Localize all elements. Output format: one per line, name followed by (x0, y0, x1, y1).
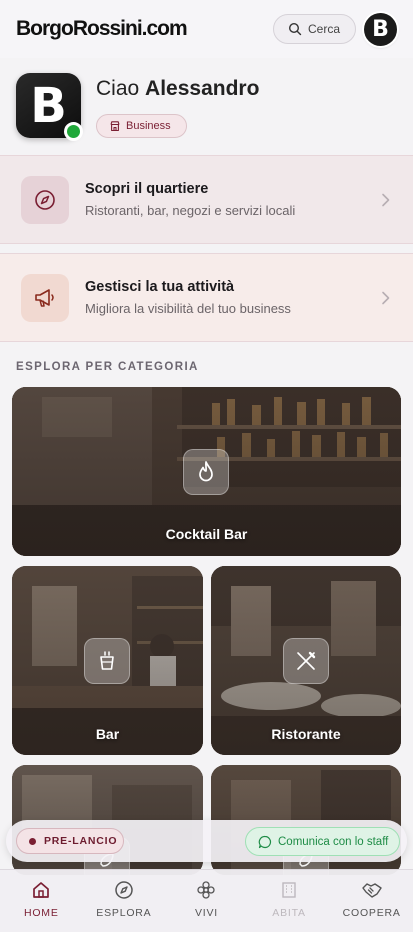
role-badge: Business (96, 114, 187, 138)
utensils-icon (283, 638, 329, 684)
profile-avatar-letter: B (30, 77, 67, 134)
nav-item-abita[interactable]: ABITA (248, 870, 331, 932)
nav-label: ESPLORA (96, 907, 152, 919)
search-button[interactable]: Cerca (273, 14, 356, 44)
online-status-dot (64, 122, 83, 141)
avatar-letter: B (372, 16, 389, 42)
nav-item-coopera[interactable]: COOPERA (330, 870, 413, 932)
cup-icon (84, 638, 130, 684)
card-subtitle: Migliora la visibilità del tuo business (85, 301, 291, 316)
card-icon-wrap (21, 273, 69, 322)
floating-action-strip: PRE-LANCIO Comunica con lo staff (6, 820, 407, 862)
megaphone-icon (35, 288, 54, 307)
card-title: Scopri il quartiere (85, 181, 209, 197)
nav-item-home[interactable]: HOME (0, 870, 83, 932)
profile-section: B Ciao Alessandro Business (0, 58, 413, 154)
compass-icon (115, 881, 133, 899)
card-text: Scopri il quartiere Ristoranti, bar, neg… (85, 181, 371, 218)
category-label: Bar (95, 726, 120, 742)
status-dot (29, 837, 36, 845)
card-subtitle: Ristoranti, bar, negozi e servizi locali (85, 203, 296, 218)
category-tile-cocktail-bar[interactable]: Cocktail Bar (12, 387, 401, 556)
category-tile-ristorante[interactable]: Ristorante (211, 566, 401, 755)
compass-icon (35, 189, 55, 210)
bottom-navigation: HOME ESPLORA VIVI ABITA COOPERA (0, 869, 413, 932)
category-label: Cocktail Bar (165, 526, 248, 542)
nav-label: COOPERA (342, 907, 401, 919)
search-icon (288, 22, 302, 36)
role-label: Business (126, 120, 171, 132)
card-title: Gestisci la tua attività (85, 279, 235, 295)
explore-neighborhood-card[interactable]: Scopri il quartiere Ristoranti, bar, neg… (0, 155, 413, 244)
search-label: Cerca (308, 22, 341, 36)
building-icon (282, 882, 296, 898)
handshake-icon (361, 883, 382, 898)
card-text: Gestisci la tua attività Migliora la vis… (85, 279, 371, 316)
chevron-right-icon (371, 193, 401, 207)
staff-label: Comunica con lo staff (278, 835, 389, 848)
user-avatar-button[interactable]: B (364, 12, 397, 46)
category-label: Ristorante (271, 726, 341, 742)
chevron-right-icon (371, 291, 401, 305)
category-section-title: ESPLORA PER CATEGORIA (16, 361, 199, 373)
category-tile-bar[interactable]: Bar (12, 566, 203, 755)
nav-label: ABITA (272, 907, 306, 919)
greeting: Ciao Alessandro (96, 77, 259, 101)
home-icon (33, 882, 50, 898)
nav-item-vivi[interactable]: VIVI (165, 870, 248, 932)
nav-label: HOME (23, 907, 59, 919)
prelaunch-label: PRE-LANCIO (44, 835, 118, 847)
nav-label: VIVI (194, 907, 218, 919)
brand-logo[interactable]: BorgoRossini.com (16, 17, 188, 41)
flower-icon (197, 881, 216, 899)
contact-staff-button[interactable]: Comunica con lo staff (245, 827, 400, 856)
manage-business-card[interactable]: Gestisci la tua attività Migliora la vis… (0, 253, 413, 342)
flame-icon (183, 449, 229, 495)
prelaunch-badge[interactable]: PRE-LANCIO (16, 828, 124, 854)
top-actions: Cerca B (273, 12, 397, 46)
top-bar: BorgoRossini.com Cerca B (0, 0, 413, 58)
card-icon-wrap (21, 175, 69, 224)
nav-item-esplora[interactable]: ESPLORA (83, 870, 166, 932)
chat-bubble-icon (258, 835, 272, 848)
user-name: Alessandro (145, 77, 260, 100)
greeting-prefix: Ciao (96, 77, 140, 100)
store-icon (110, 121, 120, 132)
